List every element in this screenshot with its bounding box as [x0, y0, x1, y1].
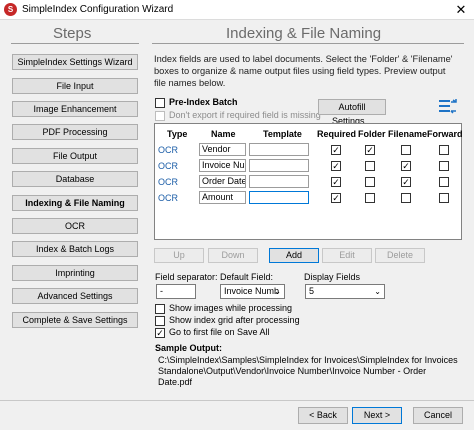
column-header-name[interactable]: Name: [211, 129, 236, 139]
step-indexing-file-naming[interactable]: Indexing & File Naming: [12, 195, 138, 211]
page-description: Index fields are used to label documents…: [154, 54, 453, 88]
field-separator-label: Field separator:: [155, 272, 218, 282]
footer-divider: [0, 400, 474, 401]
down-button[interactable]: Down: [208, 248, 258, 263]
row-1-type[interactable]: OCR: [158, 145, 178, 155]
row-3-filename-checkbox[interactable]: ✓: [401, 177, 411, 187]
chevron-down-icon: ⌄: [374, 287, 381, 296]
default-field-label: Default Field:: [220, 272, 274, 282]
row-4-name[interactable]: Amount: [199, 191, 246, 204]
pre-index-batch-label: Pre-Index Batch: [169, 97, 238, 107]
column-header-filename[interactable]: Filename: [388, 129, 427, 139]
go-first-file-label: Go to first file on Save All: [169, 327, 270, 337]
row-2-name[interactable]: Invoice Num: [199, 159, 246, 172]
chevron-down-icon: ⌄: [274, 287, 281, 296]
show-images-label: Show images while processing: [169, 303, 293, 313]
default-field-value: Invoice Numb: [224, 286, 280, 296]
row-1-name[interactable]: Vendor: [199, 143, 246, 156]
display-fields-value: 5: [309, 286, 315, 296]
row-4-forward-checkbox[interactable]: [439, 193, 449, 203]
show-images-checkbox[interactable]: [155, 304, 165, 314]
column-header-type[interactable]: Type: [167, 129, 187, 139]
dont-export-label: Don't export if required field is missin…: [169, 110, 321, 120]
sample-output-title: Sample Output:: [155, 343, 222, 353]
row-4-required-checkbox[interactable]: ✓: [331, 193, 341, 203]
close-icon[interactable]: ✕: [454, 2, 468, 17]
step-imprinting[interactable]: Imprinting: [12, 265, 138, 281]
row-2-type[interactable]: OCR: [158, 161, 178, 171]
step-ocr[interactable]: OCR: [12, 218, 138, 234]
autofill-settings-button[interactable]: Autofill Settings...: [318, 99, 386, 126]
steps-divider: [11, 43, 139, 44]
step-image-enhancement[interactable]: Image Enhancement: [12, 101, 138, 117]
row-1-required-checkbox[interactable]: ✓: [331, 145, 341, 155]
title-bar: S SimpleIndex Configuration Wizard ✕: [0, 0, 474, 20]
add-button[interactable]: Add: [269, 248, 319, 263]
step-advanced-settings[interactable]: Advanced Settings: [12, 288, 138, 304]
steps-heading: Steps: [53, 25, 92, 42]
row-1-template[interactable]: [249, 143, 309, 156]
row-3-template[interactable]: [249, 175, 309, 188]
row-1-forward-checkbox[interactable]: [439, 145, 449, 155]
row-3-type[interactable]: OCR: [158, 177, 178, 187]
dont-export-checkbox[interactable]: [155, 111, 165, 121]
step-database[interactable]: Database: [12, 171, 138, 187]
display-fields-label: Display Fields: [304, 272, 361, 282]
step-index-batch-logs[interactable]: Index & Batch Logs: [12, 241, 138, 257]
row-1-filename-checkbox[interactable]: [401, 145, 411, 155]
row-4-template[interactable]: [249, 191, 309, 204]
column-header-required[interactable]: Required: [317, 129, 356, 139]
cancel-button[interactable]: Cancel: [413, 407, 463, 424]
row-3-folder-checkbox[interactable]: [365, 177, 375, 187]
up-button[interactable]: Up: [154, 248, 204, 263]
row-2-template[interactable]: [249, 159, 309, 172]
row-3-name[interactable]: Order Date: [199, 175, 246, 188]
step-simpleindex-settings-wizard[interactable]: SimpleIndex Settings Wizard: [12, 54, 138, 70]
delete-button[interactable]: Delete: [375, 248, 425, 263]
fields-settings-icon[interactable]: [438, 98, 458, 116]
row-3-forward-checkbox[interactable]: [439, 177, 449, 187]
index-fields-grid[interactable]: Type Name Template Required Folder Filen…: [154, 123, 463, 240]
next-button[interactable]: Next >: [352, 407, 402, 424]
sample-output-path: C:\SimpleIndex\Samples\SimpleIndex for I…: [158, 355, 458, 387]
row-4-folder-checkbox[interactable]: [365, 193, 375, 203]
row-1-folder-checkbox[interactable]: ✓: [365, 145, 375, 155]
row-2-forward-checkbox[interactable]: [439, 161, 449, 171]
main-divider: [152, 43, 464, 44]
step-pdf-processing[interactable]: PDF Processing: [12, 124, 138, 140]
step-file-output[interactable]: File Output: [12, 148, 138, 164]
row-4-type[interactable]: OCR: [158, 193, 178, 203]
pre-index-batch-checkbox[interactable]: [155, 98, 165, 108]
back-button[interactable]: < Back: [298, 407, 348, 424]
row-3-required-checkbox[interactable]: ✓: [331, 177, 341, 187]
show-index-grid-label: Show index grid after processing: [169, 315, 300, 325]
row-4-filename-checkbox[interactable]: [401, 193, 411, 203]
simpleindex-app-icon: S: [4, 3, 17, 16]
column-header-template[interactable]: Template: [263, 129, 302, 139]
column-header-folder[interactable]: Folder: [358, 129, 386, 139]
edit-button[interactable]: Edit: [322, 248, 372, 263]
go-first-file-checkbox[interactable]: ✓: [155, 328, 165, 338]
window-title: SimpleIndex Configuration Wizard: [22, 4, 174, 15]
default-field-select[interactable]: Invoice Numb ⌄: [220, 284, 285, 299]
column-header-forward[interactable]: Forward: [427, 129, 463, 139]
display-fields-select[interactable]: 5 ⌄: [305, 284, 385, 299]
row-2-filename-checkbox[interactable]: ✓: [401, 161, 411, 171]
row-2-folder-checkbox[interactable]: [365, 161, 375, 171]
step-file-input[interactable]: File Input: [12, 78, 138, 94]
field-separator-input[interactable]: -: [156, 284, 196, 299]
step-complete-save-settings[interactable]: Complete & Save Settings: [12, 312, 138, 328]
row-2-required-checkbox[interactable]: ✓: [331, 161, 341, 171]
page-title: Indexing & File Naming: [226, 25, 382, 42]
show-index-grid-checkbox[interactable]: [155, 316, 165, 326]
